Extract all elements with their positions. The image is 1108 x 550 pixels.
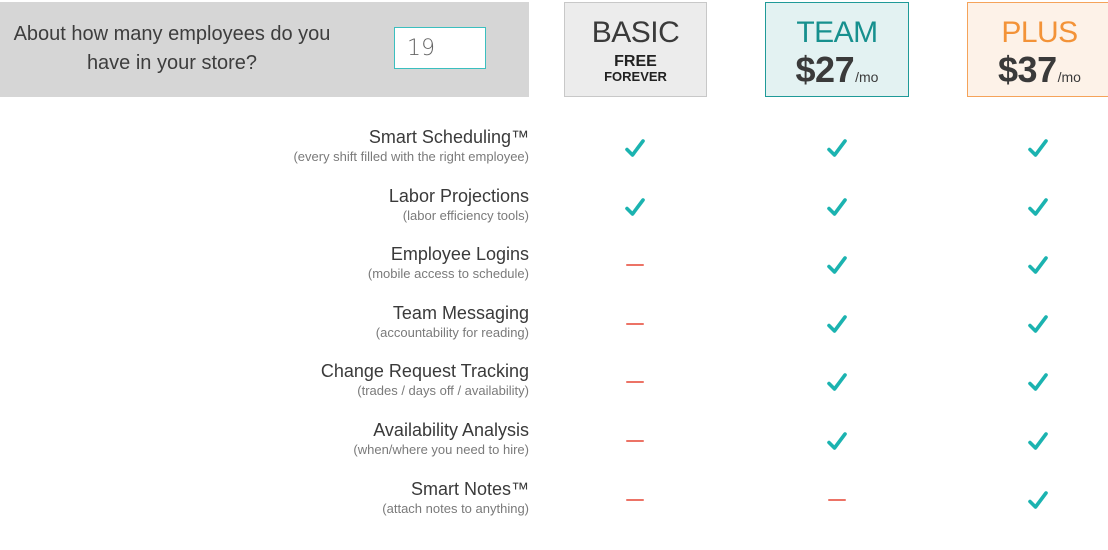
dash-icon [626, 322, 644, 325]
plan-name: BASIC [591, 16, 680, 49]
feature-cell-basic [615, 302, 655, 346]
price-period: /mo [1057, 69, 1081, 85]
check-icon [625, 139, 645, 157]
feature-row: Availability Analysis (when/where you nee… [0, 419, 1108, 477]
feature-label: Smart Scheduling™ (every shift filled wit… [293, 126, 529, 166]
feature-name: Change Request Tracking [320, 361, 529, 382]
feature-label: Employee Logins (mobile access to schedul… [368, 243, 529, 283]
feature-label: Team Messaging (accountability for readin… [376, 302, 529, 342]
price-amount: $27 [795, 49, 855, 90]
feature-row: Team Messaging (accountability for readin… [0, 302, 1108, 360]
feature-label: Labor Projections (labor efficiency tools… [389, 185, 529, 225]
feature-row: Change Request Tracking (trades / days of… [0, 360, 1108, 418]
feature-row: Smart Scheduling™ (every shift filled wit… [0, 126, 1108, 184]
dash-icon [626, 498, 644, 501]
feature-name: Team Messaging [392, 302, 529, 323]
plan-price-free: FREE FOREVER [565, 54, 706, 84]
plan-price: $27/mo [766, 50, 908, 90]
check-icon [827, 373, 847, 392]
check-icon [827, 432, 847, 450]
feature-cell-team [817, 302, 857, 346]
feature-label: Smart Notes™ (attach notes to anything) [382, 478, 529, 518]
check-icon [1028, 256, 1048, 274]
check-icon [1028, 490, 1048, 509]
feature-name: Smart Notes™ [410, 478, 529, 499]
feature-cell-basic [615, 478, 655, 522]
plan-price: $37/mo [968, 50, 1108, 90]
feature-name: Smart Scheduling™ [368, 127, 529, 147]
check-icon [827, 256, 847, 274]
feature-description: (trades / days off / availability) [357, 383, 529, 399]
feature-description: (accountability for reading) [375, 324, 529, 340]
feature-cell-basic [615, 126, 655, 170]
feature-cell-basic [615, 185, 655, 229]
employee-count-input[interactable] [394, 27, 486, 69]
feature-description: (every shift filled with the right emplo… [293, 149, 529, 164]
feature-label: Availability Analysis (when/where you nee… [353, 419, 529, 459]
employee-question-panel: About how many employees do you have in … [0, 2, 529, 97]
free-label: FREE [614, 53, 657, 70]
feature-cell-team [817, 243, 857, 287]
feature-label: Change Request Tracking (trades / days of… [321, 360, 529, 400]
feature-description: (when/where you need to hire) [353, 442, 529, 457]
dash-icon [626, 381, 644, 384]
feature-cell-plus [1018, 360, 1058, 404]
plan-name: PLUS [1001, 16, 1078, 49]
feature-row: Labor Projections (labor efficiency tools… [0, 185, 1108, 243]
feature-cell-plus [1018, 243, 1058, 287]
feature-cell-team [817, 126, 857, 170]
check-icon [1028, 197, 1048, 216]
plan-card-plus[interactable]: PLUS $37/mo [967, 2, 1108, 97]
plan-card-basic[interactable]: BASIC FREE FOREVER [564, 2, 707, 97]
check-icon [827, 314, 847, 333]
feature-cell-basic [615, 243, 655, 287]
feature-cell-team [817, 478, 857, 522]
check-icon [625, 197, 645, 216]
feature-cell-basic [615, 360, 655, 404]
feature-description: (attach notes to anything) [382, 500, 529, 516]
feature-cell-basic [615, 419, 655, 463]
feature-row: Smart Notes™ (attach notes to anything) [0, 478, 1108, 536]
price-period: /mo [855, 69, 879, 85]
feature-name: Employee Logins [390, 244, 529, 265]
check-icon [1028, 373, 1048, 392]
dash-icon [828, 498, 846, 501]
check-icon [827, 139, 847, 157]
feature-row: Employee Logins (mobile access to schedul… [0, 243, 1108, 301]
plan-name: TEAM [796, 16, 878, 49]
check-icon [1028, 314, 1048, 333]
check-icon [1028, 139, 1048, 157]
feature-description: (mobile access to schedule) [367, 266, 529, 282]
feature-cell-team [817, 419, 857, 463]
forever-label: FOREVER [604, 69, 667, 84]
feature-cell-plus [1018, 185, 1058, 229]
feature-name: Availability Analysis [373, 420, 529, 440]
feature-cell-plus [1018, 126, 1058, 170]
employee-question-label: About how many employees do you have in … [13, 23, 331, 74]
feature-cell-plus [1018, 419, 1058, 463]
feature-cell-team [817, 185, 857, 229]
feature-cell-team [817, 360, 857, 404]
dash-icon [626, 264, 644, 267]
feature-cell-plus [1018, 478, 1058, 522]
feature-description: (labor efficiency tools) [402, 207, 529, 223]
check-icon [827, 197, 847, 216]
check-icon [1028, 432, 1048, 450]
feature-cell-plus [1018, 302, 1058, 346]
price-amount: $37 [998, 49, 1057, 90]
plan-card-team[interactable]: TEAM $27/mo [765, 2, 909, 97]
feature-name: Labor Projections [388, 185, 529, 206]
dash-icon [626, 440, 644, 442]
